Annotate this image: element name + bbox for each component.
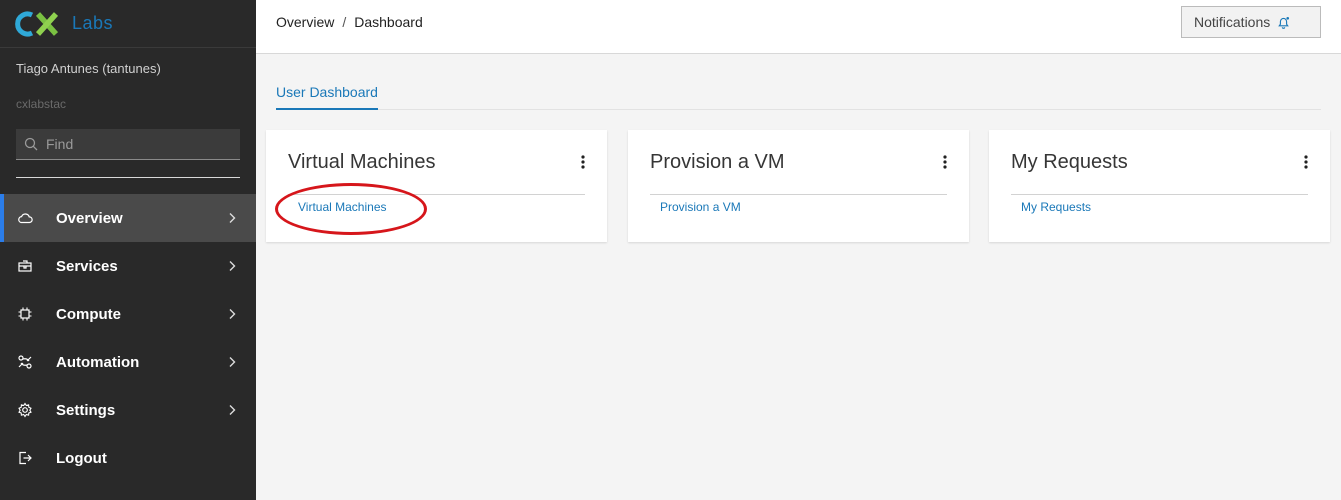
sidebar-item-label: Logout: [56, 449, 107, 467]
sidebar: Labs Tiago Antunes (tantunes) cxlabstac …: [0, 0, 256, 500]
breadcrumb-separator: /: [342, 14, 347, 30]
kebab-menu-icon[interactable]: [943, 155, 947, 169]
brand-labs-text: Labs: [72, 13, 114, 33]
my-requests-link[interactable]: My Requests: [1021, 200, 1091, 214]
provision-vm-link[interactable]: Provision a VM: [660, 200, 741, 214]
sidebar-item-label: Overview: [56, 209, 123, 227]
gear-icon: [18, 402, 32, 418]
chevron-right-icon: [229, 261, 236, 271]
chevron-right-icon: [229, 213, 236, 223]
search-input[interactable]: [46, 136, 226, 152]
tab-user-dashboard[interactable]: User Dashboard: [276, 80, 378, 110]
breadcrumb-overview[interactable]: Overview: [276, 14, 334, 30]
sidebar-divider: [16, 177, 240, 178]
cx-logo-icon: [15, 11, 59, 36]
card-title: My Requests: [1011, 151, 1128, 173]
card-provision-vm: Provision a VM Provision a VM: [628, 130, 969, 242]
tenant-name: cxlabstac: [16, 97, 67, 111]
card-title: Provision a VM: [650, 151, 785, 173]
chevron-right-icon: [229, 309, 236, 319]
user-name: Tiago Antunes (tantunes): [16, 61, 161, 76]
sidebar-item-label: Automation: [56, 353, 140, 371]
services-icon: [18, 260, 32, 272]
card-divider: [1011, 194, 1308, 195]
sidebar-item-overview[interactable]: Overview: [0, 194, 256, 242]
card-divider: [288, 194, 585, 195]
brand-logo[interactable]: Labs: [0, 0, 256, 48]
find-box[interactable]: [16, 129, 240, 160]
card-title: Virtual Machines: [288, 151, 436, 173]
sidebar-item-services[interactable]: Services: [0, 242, 256, 290]
chip-icon: [18, 307, 32, 321]
dashboard-tabs: User Dashboard: [276, 80, 1321, 110]
logout-icon: [19, 451, 32, 465]
card-virtual-machines: Virtual Machines Virtual Machines: [266, 130, 607, 242]
search-icon: [24, 137, 38, 151]
sidebar-item-logout[interactable]: Logout: [0, 434, 256, 482]
notifications-button[interactable]: Notifications: [1181, 6, 1321, 38]
kebab-menu-icon[interactable]: [581, 155, 585, 169]
breadcrumb: Overview / Dashboard: [276, 14, 423, 30]
card-divider: [650, 194, 947, 195]
breadcrumb-current: Dashboard: [354, 14, 423, 30]
virtual-machines-link[interactable]: Virtual Machines: [298, 200, 387, 214]
cloud-icon: [18, 213, 33, 224]
automation-icon: [18, 355, 32, 369]
notifications-label: Notifications: [1194, 14, 1271, 30]
sidebar-item-settings[interactable]: Settings: [0, 386, 256, 434]
sidebar-item-label: Settings: [56, 401, 116, 419]
top-header: Overview / Dashboard Notifications: [256, 0, 1341, 54]
sidebar-item-label: Services: [56, 257, 118, 275]
sidebar-nav: Overview Services Compute Automation Set…: [0, 194, 256, 482]
chevron-right-icon: [229, 405, 236, 415]
sidebar-item-automation[interactable]: Automation: [0, 338, 256, 386]
sidebar-item-label: Compute: [56, 305, 121, 323]
sidebar-item-compute[interactable]: Compute: [0, 290, 256, 338]
bell-icon: [1278, 16, 1290, 29]
card-my-requests: My Requests My Requests: [989, 130, 1330, 242]
chevron-right-icon: [229, 357, 236, 367]
kebab-menu-icon[interactable]: [1304, 155, 1308, 169]
